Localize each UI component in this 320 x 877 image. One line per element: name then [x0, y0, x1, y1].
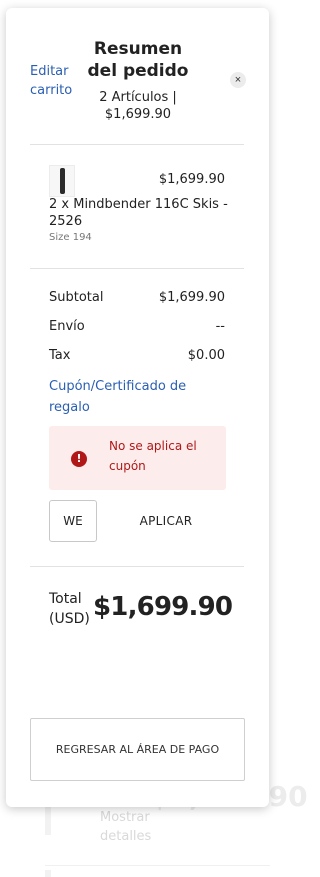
ski-icon	[60, 168, 65, 194]
background-divider	[45, 865, 270, 866]
subtotal-label: Subtotal	[49, 290, 104, 305]
coupon-error-message: No se aplica el cupón	[109, 439, 197, 473]
total-label: Total (USD)	[49, 591, 90, 627]
error-icon: !	[71, 451, 87, 467]
ski-thumbnail-image	[49, 165, 75, 197]
total-amount: $1,699.90	[93, 592, 233, 622]
coupon-code-input[interactable]	[49, 500, 97, 542]
item-price: $1,699.90	[158, 172, 225, 187]
edit-cart-link[interactable]: Editar carrito	[30, 62, 90, 100]
coupon-error-alert: ! No se aplica el cupón	[49, 426, 226, 490]
divider	[30, 566, 244, 567]
return-to-checkout-button[interactable]: REGRESAR AL ÁREA DE PAGO	[30, 718, 245, 781]
subtotal-value: $1,699.90	[158, 290, 225, 305]
coupon-gift-certificate-link[interactable]: Cupón/Certificado de regalo	[49, 376, 209, 418]
order-summary-modal: Editar carrito Resumen del pedido 2 Artí…	[6, 8, 269, 807]
background-thumbnail	[45, 805, 51, 835]
shipping-value: --	[215, 319, 225, 334]
divider	[30, 268, 244, 269]
item-name: 2 x Mindbender 116C Skis - 2526	[49, 197, 228, 229]
background-details-link[interactable]: Mostrar detalles	[100, 808, 180, 846]
background-thumbnail-2	[45, 870, 51, 877]
divider	[30, 144, 244, 145]
tax-value: $0.00	[187, 348, 225, 363]
close-icon[interactable]: ×	[230, 72, 246, 88]
tax-label: Tax	[49, 348, 71, 363]
modal-title: Resumen del pedido	[87, 39, 189, 81]
item-count-summary: 2 Artículos | $1,699.90	[99, 90, 177, 122]
shipping-label: Envío	[49, 319, 85, 334]
apply-coupon-button[interactable]: APLICAR	[120, 500, 212, 542]
item-size: Size 194	[49, 232, 92, 243]
